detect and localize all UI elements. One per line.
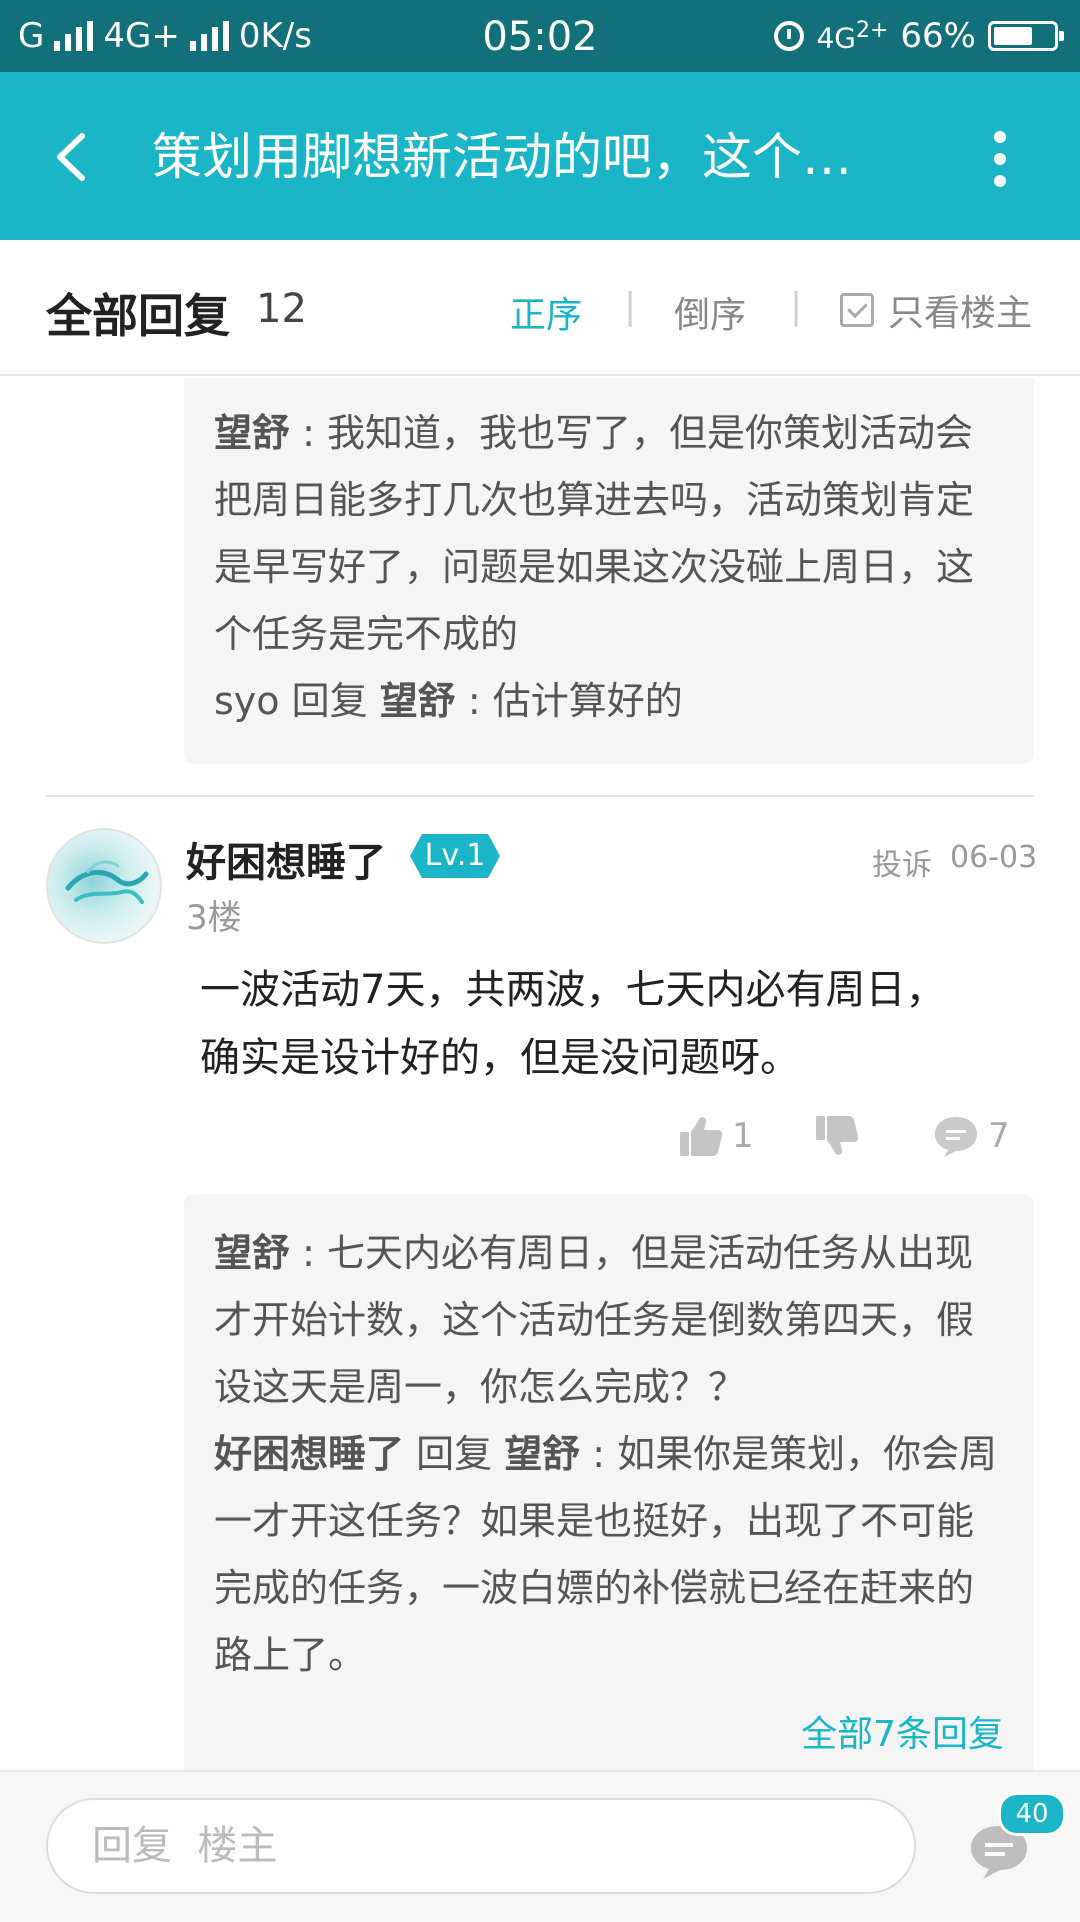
bottom-bar xyxy=(0,1770,1080,1922)
subreply-target[interactable]: 望舒 xyxy=(504,1432,580,1476)
more-dot xyxy=(994,153,1006,165)
sort-separator: | xyxy=(790,286,803,327)
network2-text: 4G xyxy=(816,21,856,55)
subreply-item[interactable]: 望舒 : 七天内必有周日，但是活动任务从出现才开始计数，这个活动任务是倒数第四天… xyxy=(214,1220,1004,1421)
floor-divider xyxy=(46,795,1034,797)
subreply-item[interactable]: syo 回复 望舒 : 估计算好的 xyxy=(214,668,1004,735)
subreply-text: : 我知道，我也写了，但是你策划活动会把周日能多打几次也算进去吗，活动策划肯定是… xyxy=(214,411,975,656)
comment-button[interactable]: 7 xyxy=(932,1110,1010,1162)
post-content: 一波活动7天，共两波，七天内必有周日， 确实是设计好的，但是没问题呀。 xyxy=(200,956,1000,1092)
message-count-badge: 40 xyxy=(998,1792,1066,1836)
subreply-reply-word: 回复 xyxy=(404,1432,505,1476)
post-date: 06-03 xyxy=(950,840,1038,875)
thread-title: 策划用脚想新活动的吧，这个… xyxy=(152,128,852,186)
more-dot xyxy=(994,175,1006,187)
like-count: 1 xyxy=(732,1116,754,1156)
more-button[interactable] xyxy=(970,124,1030,194)
reply-input[interactable] xyxy=(46,1798,916,1894)
network2-label: 4G2+ xyxy=(816,18,888,54)
reply-count: 12 xyxy=(256,286,307,332)
subreply-box: 望舒 : 我知道，我也写了，但是你策划活动会把周日能多打几次也算进去吗，活动策划… xyxy=(184,378,1034,764)
view-all-replies-link[interactable]: 全部7条回复 xyxy=(801,1701,1004,1768)
thumbs-down-icon xyxy=(816,1116,859,1155)
network2-sup: 2+ xyxy=(855,17,889,43)
thumbs-up-icon xyxy=(680,1117,723,1156)
comment-icon xyxy=(935,1117,977,1157)
avatar-image xyxy=(65,860,149,904)
more-vertical-icon xyxy=(994,131,1006,143)
content-line: 确实是设计好的，但是没问题呀。 xyxy=(200,1035,800,1081)
battery-percent: 66% xyxy=(900,16,976,56)
subreply-text: : 估计算好的 xyxy=(455,679,683,723)
all-replies-title: 全部回复 xyxy=(46,289,230,343)
subreply-author[interactable]: 望舒 xyxy=(214,1231,290,1275)
status-bar: G 4G+ 0K/s 05:02 4G2+ 66% xyxy=(0,0,1080,72)
report-link[interactable]: 投诉 xyxy=(872,840,932,884)
battery-fill xyxy=(994,27,1033,45)
back-button[interactable] xyxy=(40,122,110,192)
sort-ascending-tab[interactable]: 正序 xyxy=(510,286,582,338)
comment-count: 7 xyxy=(988,1116,1010,1156)
only-op-toggle[interactable]: 只看楼主 xyxy=(840,284,1032,336)
dislike-button[interactable] xyxy=(812,1110,860,1162)
checkbox-icon[interactable] xyxy=(840,293,874,327)
reply-header: 全部回复 12 正序 | 倒序 | 只看楼主 xyxy=(0,240,1080,376)
subreply-author[interactable]: 好困想睡了 xyxy=(214,1432,404,1476)
subreply-target[interactable]: 望舒 xyxy=(380,679,456,723)
sort-descending-tab[interactable]: 倒序 xyxy=(674,286,746,338)
subreply-author[interactable]: syo xyxy=(214,679,280,723)
battery-icon xyxy=(988,21,1064,51)
username[interactable]: 好困想睡了 xyxy=(186,830,386,888)
subreply-author[interactable]: 望舒 xyxy=(214,411,290,455)
sort-separator: | xyxy=(624,286,637,327)
top-toolbar: 策划用脚想新活动的吧，这个… xyxy=(0,72,1080,240)
subreply-item[interactable]: 望舒 : 我知道，我也写了，但是你策划活动会把周日能多打几次也算进去吗，活动策划… xyxy=(214,400,1004,668)
subreply-text: : 七天内必有周日，但是活动任务从出现才开始计数，这个活动任务是倒数第四天，假设… xyxy=(214,1231,975,1409)
floor-number: 3楼 xyxy=(186,898,242,938)
subreply-reply-word: 回复 xyxy=(279,679,380,723)
like-button[interactable]: 1 xyxy=(676,1110,754,1162)
avatar[interactable] xyxy=(46,828,162,944)
status-right: 4G2+ 66% xyxy=(774,16,1064,56)
content-line: 一波活动7天，共两波，七天内必有周日， xyxy=(200,967,946,1013)
back-arrow-icon xyxy=(57,133,85,181)
only-op-label: 只看楼主 xyxy=(888,293,1033,334)
level-badge: Lv.1 xyxy=(410,834,500,878)
subreply-item[interactable]: 好困想睡了 回复 望舒 : 如果你是策划，你会周一才开这任务？如果是也挺好，出现… xyxy=(214,1421,1004,1689)
subreply-box: 望舒 : 七天内必有周日，但是活动任务从出现才开始计数，这个活动任务是倒数第四天… xyxy=(184,1194,1034,1778)
alarm-icon xyxy=(774,21,805,51)
